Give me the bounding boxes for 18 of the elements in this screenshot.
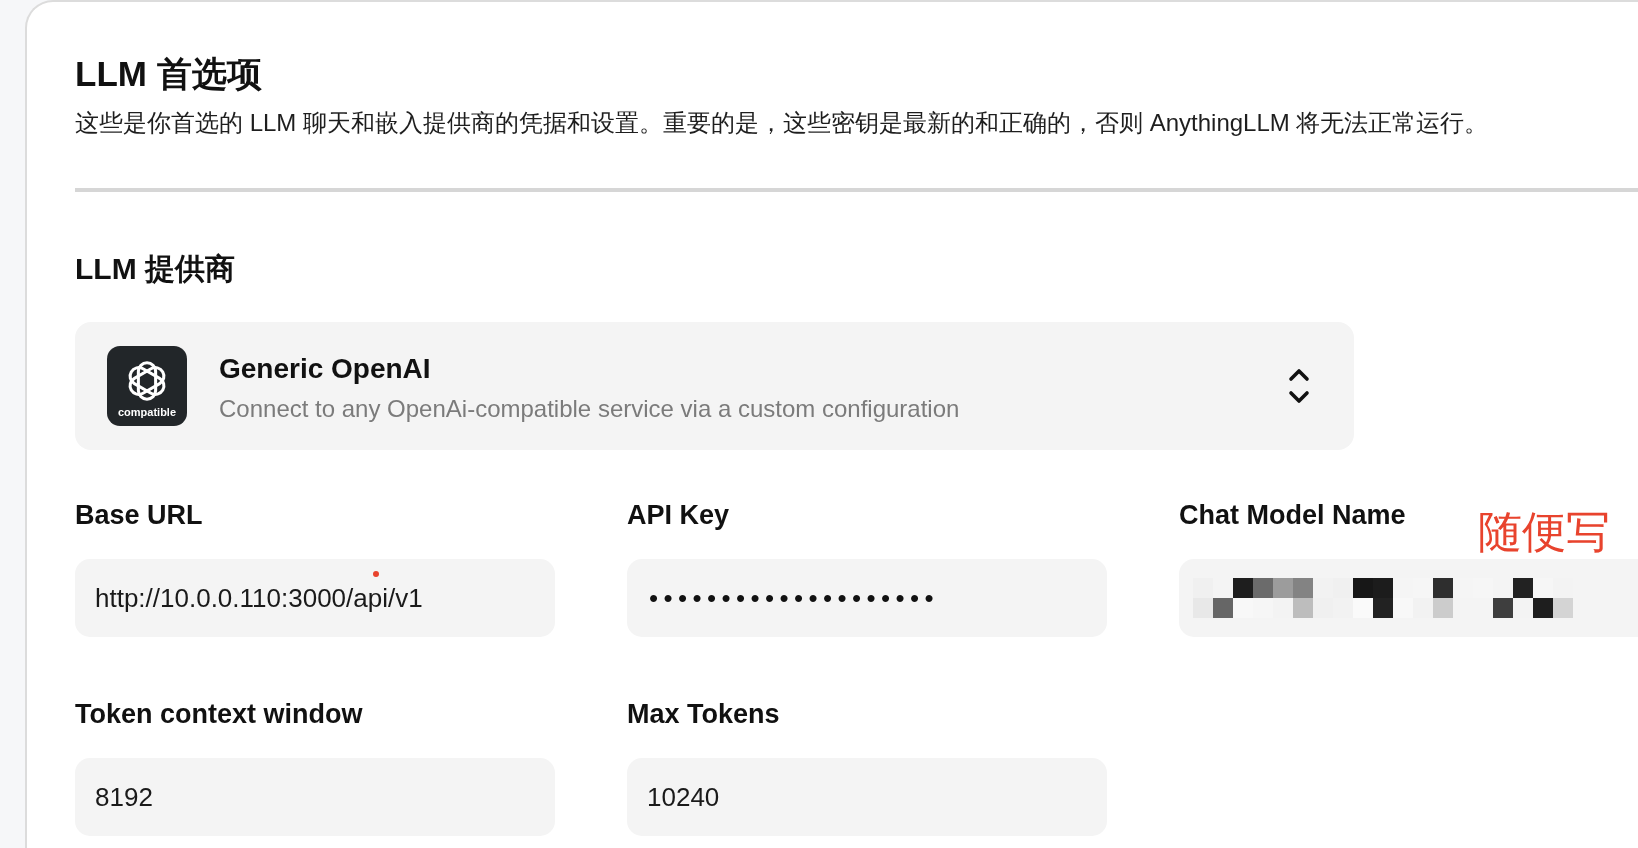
field-label: API Key (627, 499, 730, 531)
input-field[interactable]: 8192 (75, 758, 555, 836)
field-label: Max Tokens (627, 698, 780, 730)
chevron-up-down-icon (1288, 366, 1310, 406)
input-field[interactable]: http://10.0.0.110:3000/api/v1 (75, 559, 555, 637)
provider-description: Connect to any OpenAi-compatible service via a custom configuration (219, 393, 960, 424)
provider-name: Generic OpenAI (219, 351, 431, 386)
input-field[interactable]: 10240 (627, 758, 1107, 836)
section-heading: LLM 提供商 (75, 251, 235, 287)
page-description: 这些是你首选的 LLM 聊天和嵌入提供商的凭据和设置。重要的是，这些密钥是最新的和正确的，否则 AnythingLLM 将无法正常运行。 (75, 108, 1489, 138)
field-label: Chat Model Name (1179, 499, 1406, 531)
page-title: LLM 首选项 (75, 53, 262, 95)
field-label: Token context window (75, 698, 363, 730)
field-label: Base URL (75, 499, 203, 531)
password-field[interactable]: •••••••••••••••••••• (627, 559, 1107, 637)
provider-select[interactable]: compatible Generic OpenAI Connect to any OpenAi-compatible service via a custom configuration (75, 322, 1354, 450)
annotation-note: 随便写 (1478, 509, 1610, 555)
logo-caption: compatible (117, 406, 177, 419)
